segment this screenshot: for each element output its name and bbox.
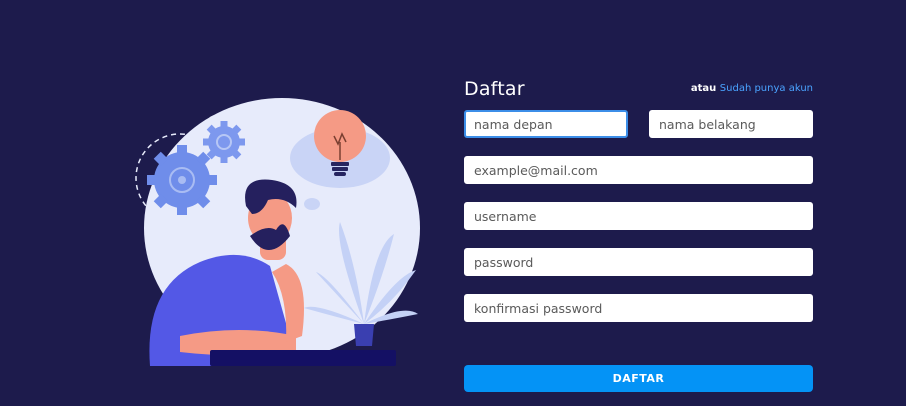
page-title: Daftar: [464, 78, 525, 100]
signup-illustration: [120, 96, 420, 372]
confirm-password-row: [464, 294, 813, 322]
gear-icon: [147, 145, 217, 215]
email-row: [464, 156, 813, 184]
name-row: [464, 110, 813, 138]
username-field[interactable]: [464, 202, 813, 230]
login-hint: atau Sudah punya akun: [691, 83, 813, 100]
username-row: [464, 202, 813, 230]
register-button[interactable]: DAFTAR: [464, 365, 813, 392]
confirm-password-field[interactable]: [464, 294, 813, 322]
password-row: [464, 248, 813, 276]
form-header: Daftar atau Sudah punya akun: [464, 78, 813, 100]
first-name-wrapper: [464, 110, 628, 138]
gear-icon: [203, 121, 245, 163]
last-name-wrapper: [649, 110, 813, 138]
last-name-field[interactable]: [649, 110, 813, 138]
login-prefix: atau: [690, 83, 717, 94]
password-field[interactable]: [464, 248, 813, 276]
email-field[interactable]: [464, 156, 813, 184]
signup-form: Daftar atau Sudah punya akun DAFTAR: [464, 78, 813, 392]
first-name-field[interactable]: [464, 110, 628, 138]
login-link[interactable]: Sudah punya akun: [720, 83, 813, 94]
